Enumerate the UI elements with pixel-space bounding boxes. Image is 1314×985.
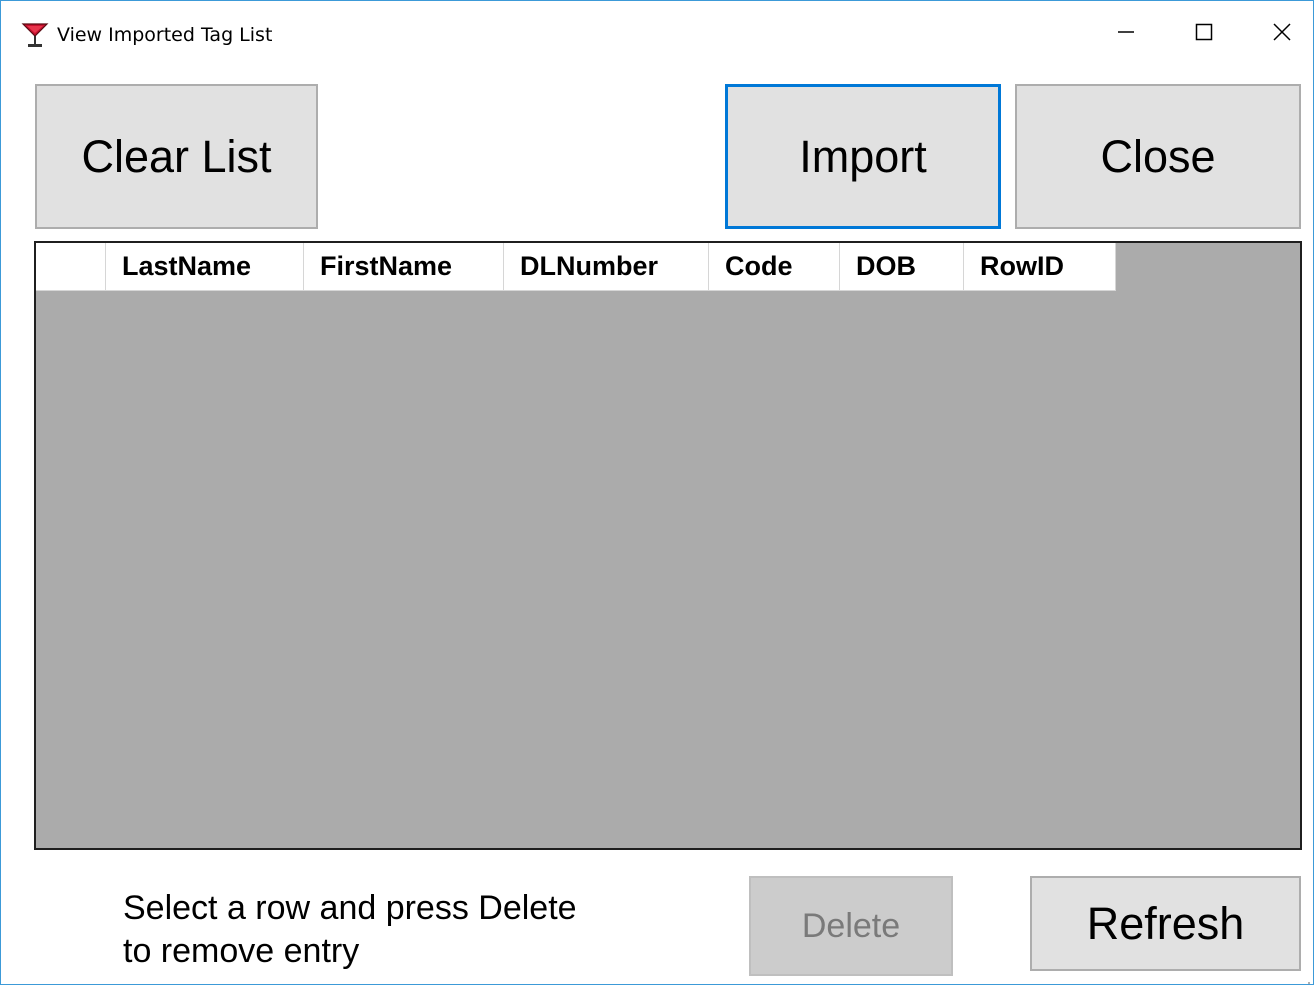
close-icon [1272, 22, 1292, 47]
tag-list-grid[interactable]: LastName FirstName DLNumber Code DOB Row… [34, 241, 1302, 850]
row-header-corner[interactable] [36, 243, 106, 291]
import-button[interactable]: Import [725, 84, 1001, 229]
resize-grip-icon[interactable] [1301, 972, 1311, 984]
column-header-code[interactable]: Code [709, 243, 840, 291]
app-window: View Imported Tag List Clear List Import… [0, 0, 1314, 985]
window-title: View Imported Tag List [57, 24, 273, 46]
column-header-lastname[interactable]: LastName [106, 243, 304, 291]
close-button[interactable]: Close [1015, 84, 1301, 229]
minimize-button[interactable] [1087, 9, 1165, 59]
minimize-icon [1116, 22, 1136, 47]
title-bar[interactable]: View Imported Tag List [1, 1, 1313, 67]
column-header-dob[interactable]: DOB [840, 243, 964, 291]
instruction-line-1: Select a row and press Delete [123, 889, 577, 927]
maximize-icon [1194, 22, 1214, 47]
column-header-firstname[interactable]: FirstName [304, 243, 504, 291]
cocktail-glass-icon [21, 21, 49, 49]
clear-list-button[interactable]: Clear List [35, 84, 318, 229]
instruction-line-2: to remove entry [123, 932, 360, 970]
maximize-button[interactable] [1165, 9, 1243, 59]
column-header-rowid[interactable]: RowID [964, 243, 1116, 291]
close-window-button[interactable] [1243, 9, 1313, 59]
refresh-button[interactable]: Refresh [1030, 876, 1301, 971]
column-header-dlnumber[interactable]: DLNumber [504, 243, 709, 291]
grid-header: LastName FirstName DLNumber Code DOB Row… [36, 243, 1116, 291]
delete-button[interactable]: Delete [749, 876, 953, 976]
delete-instruction: Select a row and press Delete to remove … [123, 887, 683, 973]
